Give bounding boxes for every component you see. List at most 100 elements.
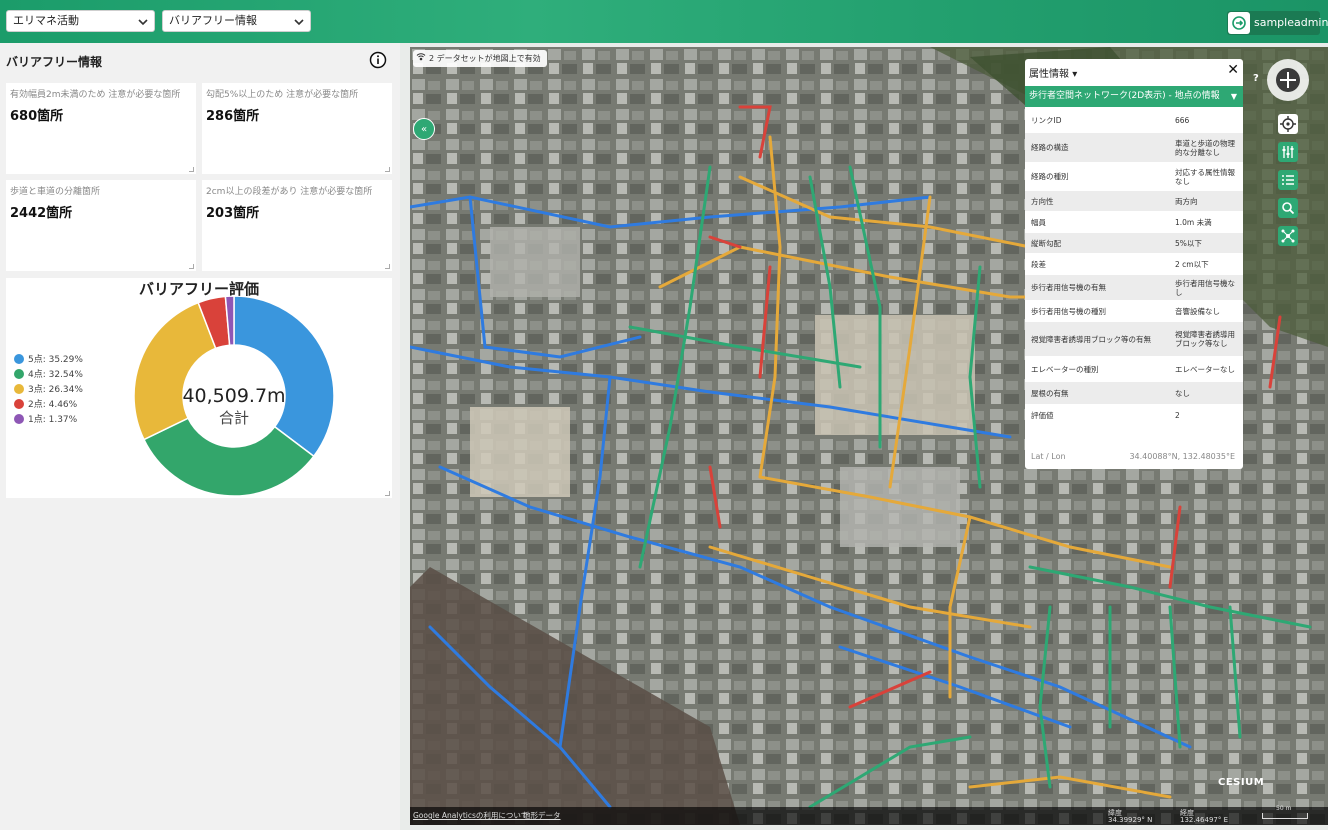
- crosshair-icon: [1280, 116, 1296, 132]
- donut-slice-3点[interactable]: [133, 301, 217, 441]
- theme-select-value: バリアフリー情報: [169, 14, 257, 27]
- attribute-key: エレベーターの種別: [1031, 364, 1099, 374]
- network-icon: [1281, 229, 1295, 243]
- attribute-key: 経路の種別: [1031, 172, 1069, 181]
- cesium-logo-text: CESIUM: [1218, 777, 1265, 788]
- attribute-value: エレベーターなし: [1175, 364, 1235, 374]
- theme-select[interactable]: バリアフリー情報: [162, 10, 311, 32]
- attribute-value: なし: [1175, 388, 1190, 398]
- attribute-table: リンクID 666 経路の構造 車道と歩道の物理的な分離なし経路の種別 対応する属性情報…: [1025, 108, 1243, 426]
- attribute-value: 歩行者用信号機なし: [1175, 278, 1235, 297]
- donut-slice-5点[interactable]: [233, 296, 335, 458]
- search-button[interactable]: [1278, 198, 1298, 218]
- stat-value: 286箇所: [206, 109, 260, 124]
- attribute-layer-select[interactable]: 歩行者空間ネットワーク(2D表示) - 地点の情報 ▼: [1025, 86, 1243, 107]
- cesium-logo: CESIUM: [1218, 777, 1264, 788]
- dataset-badge-text: 2 データセットが地図上で有効: [429, 54, 541, 63]
- help-icon[interactable]: ?: [1253, 73, 1259, 84]
- legend-dot-0: [14, 353, 24, 364]
- close-icon[interactable]: ✕: [1227, 62, 1239, 78]
- attribute-value: 2: [1175, 410, 1180, 420]
- attribute-value: 666: [1175, 116, 1190, 125]
- stat-label: 歩道と車道の分離箇所: [10, 187, 101, 197]
- stat-card-separation: 歩道と車道の分離箇所 2442箇所: [6, 180, 196, 271]
- search-icon: [1282, 202, 1295, 215]
- latlon-label: Lat / Lon: [1031, 452, 1066, 461]
- user-menu-button[interactable]: sampleadmin: [1227, 11, 1328, 35]
- legend-label: 3点: 26.34%: [28, 385, 83, 395]
- layer-list-button[interactable]: [1278, 170, 1298, 190]
- map-footer: Google Analyticsの利用について 地形データ 緯度 34.3992…: [410, 805, 1328, 825]
- user-name: sampleadmin: [1254, 16, 1328, 29]
- map-viewer[interactable]: 2 データセットが地図上で有効 « 属性情報 ▾ ✕ 歩行者空間ネットワーク(2…: [410, 47, 1328, 825]
- attribute-row: エレベーターの種別 エレベーターなし: [1025, 356, 1243, 382]
- resize-handle[interactable]: [189, 264, 194, 269]
- attribute-header-label: 属性情報: [1029, 69, 1069, 80]
- locate-button[interactable]: [1278, 114, 1298, 134]
- info-icon[interactable]: [369, 51, 387, 69]
- stat-card-step: 2cm以上の段差があり 注意が必要な箇所 203箇所: [202, 180, 392, 271]
- donut-chart: 40,509.7m 合計: [133, 296, 335, 496]
- panel-title: バリアフリー情報: [6, 55, 103, 69]
- attribute-key: 経路の構造: [1031, 143, 1069, 152]
- attribute-value: 車道と歩道の物理的な分離なし: [1175, 138, 1235, 157]
- attribute-key: 屋根の有無: [1031, 388, 1069, 398]
- legend-item[interactable]: 5点: 35.29%: [14, 351, 83, 366]
- info-panel: バリアフリー情報 有効幅員2m未満のため 注意が必要な箇所 680箇所 勾配5%…: [0, 43, 400, 830]
- legend-label: 4点: 32.54%: [28, 370, 83, 380]
- list-icon: [1282, 175, 1294, 185]
- attribute-key: 歩行者用信号機の有無: [1031, 283, 1106, 292]
- legend-item[interactable]: 4点: 32.54%: [14, 366, 83, 381]
- network-button[interactable]: [1278, 226, 1298, 246]
- attribute-row: 経路の構造 車道と歩道の物理的な分離なし: [1025, 133, 1243, 162]
- legend-item[interactable]: 2点: 4.46%: [14, 396, 83, 411]
- resize-handle[interactable]: [385, 264, 390, 269]
- attribute-key: 幅員: [1031, 217, 1046, 227]
- latitude-value: 34.39929° N: [1108, 816, 1153, 824]
- legend-item[interactable]: 1点: 1.37%: [14, 411, 83, 426]
- latlon-value: 34.40088°N, 132.48035°E: [1129, 452, 1235, 461]
- attribute-panel: 属性情報 ▾ ✕ 歩行者空間ネットワーク(2D表示) - 地点の情報 ▼ リンク…: [1025, 59, 1243, 469]
- legend-dot-3: [14, 398, 24, 409]
- chart-legend: 5点: 35.29% 4点: 32.54% 3点: 26.34% 2点: 4.4…: [14, 351, 83, 426]
- stat-card-width: 有効幅員2m未満のため 注意が必要な箇所 680箇所: [6, 83, 196, 174]
- analytics-link[interactable]: Google Analyticsの利用について: [413, 810, 528, 821]
- activity-select[interactable]: エリマネ活動: [6, 10, 155, 32]
- attribute-value: 2 cm以下: [1175, 259, 1209, 269]
- resize-handle[interactable]: [385, 167, 390, 172]
- collapse-panel-button[interactable]: «: [413, 118, 435, 140]
- double-chevron-left-icon: «: [420, 124, 428, 135]
- scale-bar: [1262, 813, 1308, 819]
- attribute-panel-title[interactable]: 属性情報 ▾: [1029, 65, 1077, 80]
- compass-control[interactable]: [1267, 59, 1309, 101]
- attribute-row: リンクID 666: [1025, 108, 1243, 133]
- activity-select-value: エリマネ活動: [13, 14, 79, 27]
- legend-dot-4: [14, 413, 24, 424]
- attribute-key: 歩行者用信号機の種別: [1031, 306, 1106, 316]
- legend-item[interactable]: 3点: 26.34%: [14, 381, 83, 396]
- attribute-row: 段差 2 cm以下: [1025, 253, 1243, 275]
- stat-card-slope: 勾配5%以上のため 注意が必要な箇所 286箇所: [202, 83, 392, 174]
- logout-icon: [1228, 12, 1250, 34]
- attribute-row: 屋根の有無 なし: [1025, 382, 1243, 404]
- dataset-badge[interactable]: 2 データセットが地図上で有効: [413, 50, 547, 67]
- terrain-data-link[interactable]: 地形データ: [523, 810, 561, 821]
- attribute-row: 縦断勾配 5%以下: [1025, 233, 1243, 253]
- resize-handle[interactable]: [189, 167, 194, 172]
- legend-label: 1点: 1.37%: [28, 415, 78, 425]
- attribute-value: 5%以下: [1175, 238, 1202, 248]
- legend-label: 2点: 4.46%: [28, 400, 78, 410]
- resize-handle[interactable]: [385, 491, 390, 496]
- longitude-value: 132.46497° E: [1180, 816, 1229, 824]
- attribute-row: 幅員 1.0m 未満: [1025, 211, 1243, 233]
- attribute-row: 評価値 2: [1025, 404, 1243, 426]
- filter-button[interactable]: [1278, 142, 1298, 162]
- attribute-key: 視覚障害者誘導用ブロック等の有無: [1031, 334, 1151, 344]
- attribute-row: 経路の種別 対応する属性情報なし: [1025, 162, 1243, 191]
- stat-label: 勾配5%以上のため 注意が必要な箇所: [206, 90, 359, 100]
- attribute-key: 評価値: [1031, 410, 1054, 420]
- app-header: エリマネ活動 バリアフリー情報 sampleadmin: [0, 0, 1328, 43]
- attribute-key: 縦断勾配: [1031, 238, 1061, 248]
- legend-dot-2: [14, 383, 24, 394]
- stat-label: 2cm以上の段差があり 注意が必要な箇所: [206, 187, 373, 197]
